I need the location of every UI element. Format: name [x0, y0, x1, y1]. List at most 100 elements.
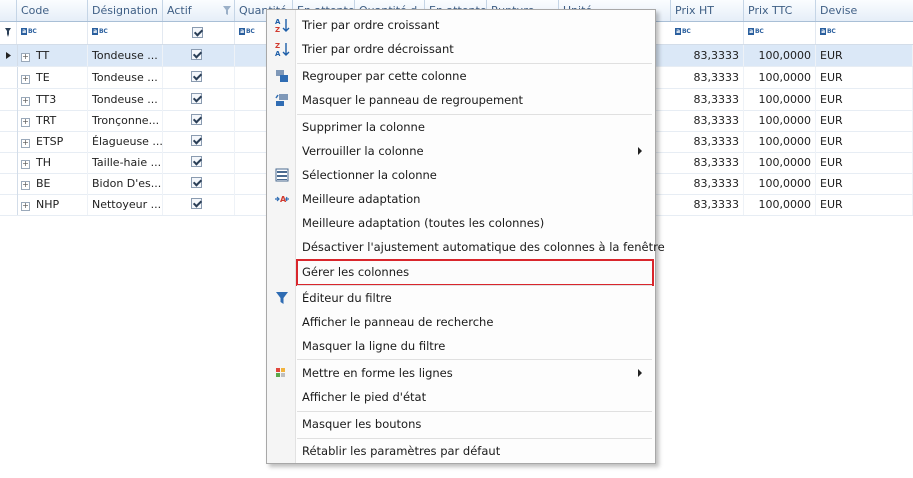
- cell-actif[interactable]: [163, 173, 235, 194]
- col-header-prix-ttc[interactable]: Prix TTC: [744, 0, 816, 21]
- cell-designation[interactable]: Élagueuse ...: [88, 131, 163, 152]
- expand-icon[interactable]: +: [21, 181, 30, 190]
- cell-prix-ht[interactable]: 83,3333: [671, 89, 744, 110]
- cell-designation[interactable]: Tondeuse ...: [88, 45, 163, 66]
- menu-item-filter-editor[interactable]: Éditeur du filtre: [268, 287, 654, 309]
- cell-designation[interactable]: Tondeuse ...: [88, 89, 163, 110]
- cell-prix-ttc[interactable]: 100,0000: [744, 67, 816, 88]
- cell-devise[interactable]: EUR: [816, 131, 913, 152]
- cell-devise[interactable]: EUR: [816, 89, 913, 110]
- cell-code[interactable]: + TH: [17, 152, 88, 173]
- menu-item-label: Masquer la ligne du filtre: [302, 339, 446, 353]
- cell-prix-ttc[interactable]: 100,0000: [744, 131, 816, 152]
- cell-code[interactable]: + TT: [17, 45, 88, 66]
- cell-designation[interactable]: Bidon D'es...: [88, 173, 163, 194]
- menu-separator: [297, 285, 652, 286]
- cell-devise[interactable]: EUR: [816, 152, 913, 173]
- cell-actif[interactable]: [163, 89, 235, 110]
- menu-item-disable-autofit[interactable]: Désactiver l'ajustement automatique des …: [268, 236, 665, 258]
- active-checkbox[interactable]: [191, 93, 202, 104]
- cell-devise[interactable]: EUR: [816, 194, 913, 215]
- active-checkbox[interactable]: [191, 198, 202, 209]
- menu-item-hide-group-panel[interactable]: Masquer le panneau de regroupement: [268, 89, 654, 111]
- menu-item-reset-defaults[interactable]: Rétablir les paramètres par défaut: [268, 440, 654, 462]
- cell-prix-ttc[interactable]: 100,0000: [744, 45, 816, 66]
- cell-prix-ttc[interactable]: 100,0000: [744, 89, 816, 110]
- cell-code[interactable]: + BE: [17, 173, 88, 194]
- expand-icon[interactable]: +: [21, 118, 30, 127]
- expand-icon[interactable]: +: [21, 75, 30, 84]
- col-header-actif[interactable]: Actif: [163, 0, 235, 21]
- cell-code[interactable]: + TRT: [17, 110, 88, 131]
- menu-item-delete-column[interactable]: Supprimer la colonne: [268, 116, 654, 138]
- expand-icon[interactable]: +: [21, 53, 30, 62]
- cell-actif[interactable]: [163, 67, 235, 88]
- cell-code[interactable]: + TT3: [17, 89, 88, 110]
- cell-actif[interactable]: [163, 131, 235, 152]
- active-checkbox[interactable]: [191, 177, 202, 188]
- filter-cell-designation[interactable]: a BC: [88, 22, 163, 44]
- menu-item-lock-column[interactable]: Verrouiller la colonne: [268, 140, 654, 162]
- text-filter-icon: a BC: [92, 28, 108, 35]
- filter-cell-code[interactable]: a BC: [17, 22, 88, 44]
- cell-devise[interactable]: EUR: [816, 173, 913, 194]
- menu-item-select-column[interactable]: Sélectionner la colonne: [268, 164, 654, 186]
- menu-item-best-fit-all[interactable]: Meilleure adaptation (toutes les colonne…: [268, 212, 654, 234]
- filter-cell-devise[interactable]: a BC: [816, 22, 913, 44]
- menu-item-sort-desc[interactable]: ZA Trier par ordre décroissant: [268, 38, 654, 60]
- active-checkbox[interactable]: [191, 71, 202, 82]
- menu-item-group-by[interactable]: Regrouper par cette colonne: [268, 65, 654, 87]
- cell-designation[interactable]: Nettoyeur ...: [88, 194, 163, 215]
- filter-icon[interactable]: [223, 6, 231, 15]
- col-header-code[interactable]: Code: [17, 0, 88, 21]
- cell-prix-ttc[interactable]: 100,0000: [744, 152, 816, 173]
- active-checkbox[interactable]: [191, 49, 202, 60]
- cell-code[interactable]: + TE: [17, 67, 88, 88]
- active-checkbox[interactable]: [191, 114, 202, 125]
- cell-designation[interactable]: Tronçonne...: [88, 110, 163, 131]
- active-checkbox[interactable]: [191, 156, 202, 167]
- menu-item-format-rows[interactable]: Mettre en forme les lignes: [268, 362, 654, 384]
- cell-prix-ttc[interactable]: 100,0000: [744, 173, 816, 194]
- expand-icon[interactable]: +: [21, 139, 30, 148]
- menu-item-show-footer[interactable]: Afficher le pied d'état: [268, 386, 654, 408]
- cell-prix-ht[interactable]: 83,3333: [671, 131, 744, 152]
- expand-icon[interactable]: +: [21, 202, 30, 211]
- col-header-prix-ht[interactable]: Prix HT: [671, 0, 744, 21]
- menu-item-sort-asc[interactable]: AZ Trier par ordre croissant: [268, 14, 654, 36]
- filter-cell-actif[interactable]: [163, 22, 235, 44]
- cell-prix-ttc[interactable]: 100,0000: [744, 194, 816, 215]
- cell-devise[interactable]: EUR: [816, 67, 913, 88]
- cell-prix-ht[interactable]: 83,3333: [671, 152, 744, 173]
- cell-devise[interactable]: EUR: [816, 45, 913, 66]
- active-checkbox[interactable]: [191, 135, 202, 146]
- cell-actif[interactable]: [163, 45, 235, 66]
- expand-icon[interactable]: +: [21, 97, 30, 106]
- filter-cell-prix-ht[interactable]: a BC: [671, 22, 744, 44]
- cell-designation[interactable]: Tondeuse ...: [88, 67, 163, 88]
- menu-item-manage-columns[interactable]: Gérer les colonnes: [268, 261, 654, 283]
- cell-devise[interactable]: EUR: [816, 110, 913, 131]
- cell-actif[interactable]: [163, 194, 235, 215]
- menu-item-hide-buttons[interactable]: Masquer les boutons: [268, 413, 654, 435]
- cell-prix-ht[interactable]: 83,3333: [671, 194, 744, 215]
- cell-prix-ht[interactable]: 83,3333: [671, 110, 744, 131]
- cell-prix-ttc[interactable]: 100,0000: [744, 110, 816, 131]
- cell-code[interactable]: + NHP: [17, 194, 88, 215]
- cell-actif[interactable]: [163, 152, 235, 173]
- cell-prix-ht[interactable]: 83,3333: [671, 67, 744, 88]
- cell-actif[interactable]: [163, 110, 235, 131]
- menu-item-show-search-panel[interactable]: Afficher le panneau de recherche: [268, 311, 654, 333]
- filter-cell-prix-ttc[interactable]: a BC: [744, 22, 816, 44]
- cell-code[interactable]: + ETSP: [17, 131, 88, 152]
- col-header-devise[interactable]: Devise: [816, 0, 913, 21]
- cell-designation[interactable]: Taille-haie ...: [88, 152, 163, 173]
- filter-checkbox[interactable]: [192, 27, 203, 38]
- menu-item-hide-filter-row[interactable]: Masquer la ligne du filtre: [268, 335, 654, 357]
- text-filter-icon: a BC: [239, 28, 255, 35]
- cell-prix-ht[interactable]: 83,3333: [671, 173, 744, 194]
- cell-prix-ht[interactable]: 83,3333: [671, 45, 744, 66]
- expand-icon[interactable]: +: [21, 160, 30, 169]
- menu-item-best-fit[interactable]: A Meilleure adaptation: [268, 188, 654, 210]
- col-header-designation[interactable]: Désignation: [88, 0, 163, 21]
